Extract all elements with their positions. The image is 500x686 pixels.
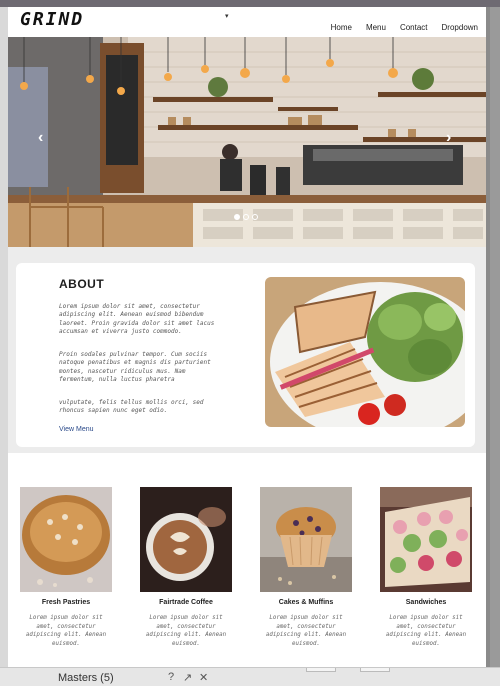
view-menu-link[interactable]: View Menu xyxy=(59,426,94,433)
site-preview: GRIND ▾ Home Menu Contact Dropdown ‹ › A… xyxy=(8,7,486,667)
product-desc: Lorem ipsum dolor sit amet, consectetur … xyxy=(265,615,347,647)
sandwich-salad-image xyxy=(265,277,465,427)
app-title-strip xyxy=(0,0,500,7)
about-paragraph-2: Proin sodales pulvinar tempor. Cum socii… xyxy=(59,351,211,384)
product-card-sandwiches[interactable]: Sandwiches Lorem ipsum dolor sit amet, c… xyxy=(380,487,472,648)
pastry-image xyxy=(20,487,112,592)
panel-tab[interactable] xyxy=(306,668,336,672)
about-section: ABOUT Lorem ipsum dolor sit amet, consec… xyxy=(8,247,486,453)
product-name: Cakes & Muffins xyxy=(278,599,334,606)
product-desc: Lorem ipsum dolor sit amet, consectetur … xyxy=(145,615,227,647)
hero-carousel[interactable]: ‹ › xyxy=(8,37,486,247)
about-card: ABOUT Lorem ipsum dolor sit amet, consec… xyxy=(16,263,475,447)
site-logo[interactable]: GRIND xyxy=(20,9,84,30)
about-heading: ABOUT xyxy=(59,277,105,291)
nav-menu[interactable]: Menu xyxy=(366,23,386,32)
about-paragraph-1: Lorem ipsum dolor sit amet, consectetur … xyxy=(59,303,215,336)
carousel-dot-3[interactable] xyxy=(252,214,258,220)
product-card-coffee[interactable]: Fairtrade Coffee Lorem ipsum dolor sit a… xyxy=(140,487,232,648)
product-desc: Lorem ipsum dolor sit amet, consectetur … xyxy=(25,615,107,647)
right-panel-edge xyxy=(490,7,500,667)
help-icon[interactable]: ? xyxy=(168,671,174,683)
product-name: Sandwiches xyxy=(405,599,447,606)
popout-icon[interactable]: ↗ xyxy=(183,671,192,684)
product-name: Fairtrade Coffee xyxy=(159,599,213,606)
chevron-down-icon[interactable]: ▾ xyxy=(225,12,229,20)
product-name: Fresh Pastries xyxy=(41,599,91,606)
chevron-left-icon[interactable]: ‹ xyxy=(38,129,43,147)
masters-panel-label[interactable]: Masters (5) xyxy=(58,672,114,684)
nav-dropdown[interactable]: Dropdown xyxy=(442,23,478,32)
product-desc: Lorem ipsum dolor sit amet, consectetur … xyxy=(385,615,467,647)
nav-contact[interactable]: Contact xyxy=(400,23,428,32)
left-panel-edge xyxy=(0,7,8,667)
chevron-right-icon[interactable]: › xyxy=(446,129,451,147)
carousel-dot-1[interactable] xyxy=(234,214,240,220)
panel-tab[interactable] xyxy=(360,668,390,672)
muffin-image xyxy=(260,487,352,592)
coffee-image xyxy=(140,487,232,592)
nav-home[interactable]: Home xyxy=(331,23,352,32)
close-icon[interactable]: ✕ xyxy=(199,671,208,684)
carousel-dot-2[interactable] xyxy=(243,214,249,220)
product-card-muffins[interactable]: Cakes & Muffins Lorem ipsum dolor sit am… xyxy=(260,487,352,648)
nav-links: Home Menu Contact Dropdown xyxy=(317,23,478,32)
carousel-indicators xyxy=(234,214,258,220)
product-card-pastries[interactable]: Fresh Pastries Lorem ipsum dolor sit ame… xyxy=(20,487,112,648)
about-paragraph-3: vulputate, felis tellus mollis orci, sed… xyxy=(59,399,204,415)
sandwich-image xyxy=(380,487,472,592)
masters-panel-header: Masters (5) ? ↗ ✕ xyxy=(0,667,500,686)
site-navbar: GRIND ▾ Home Menu Contact Dropdown xyxy=(8,7,486,37)
